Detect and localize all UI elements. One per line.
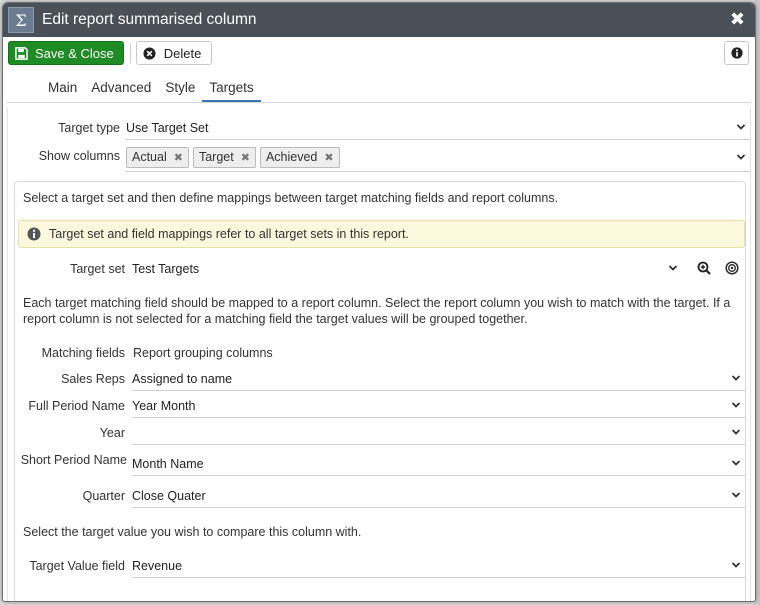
year-select[interactable] [132, 421, 745, 445]
short-period-name-label: Short Period Name [20, 453, 127, 467]
chevron-down-icon [731, 492, 741, 498]
notice-banner: Target set and field mappings refer to a… [18, 220, 745, 248]
sales-reps-value: Assigned to name [132, 371, 233, 386]
notice-text: Target set and field mappings refer to a… [49, 227, 409, 241]
short-period-name-value: Month Name [132, 456, 204, 471]
tab-advanced[interactable]: Advanced [84, 80, 158, 102]
target-icon[interactable] [725, 261, 739, 275]
times-circle-icon [143, 46, 156, 60]
sales-reps-select[interactable]: Assigned to name [132, 367, 745, 391]
target-type-select[interactable]: Use Target Set [126, 116, 750, 140]
compare-help-text: Select the target value you wish to comp… [23, 525, 362, 539]
remove-tag-icon[interactable]: ✖ [174, 151, 183, 164]
tab-main[interactable]: Main [41, 80, 84, 102]
tag-target-label: Target [198, 150, 234, 164]
target-value-field-value: Revenue [132, 558, 183, 573]
tag-actual: Actual ✖ [126, 146, 189, 168]
targets-tab-content: Target type Use Target Set Show columns … [7, 107, 751, 601]
tab-targets[interactable]: Targets [202, 80, 261, 102]
info-icon [730, 47, 743, 59]
show-columns-multiselect[interactable]: Actual ✖ Target ✖ Achieved ✖ [126, 143, 750, 172]
tag-achieved: Achieved ✖ [259, 146, 340, 168]
remove-tag-icon[interactable]: ✖ [241, 151, 250, 164]
close-icon[interactable]: ✖ [730, 9, 745, 30]
chevron-down-icon [731, 375, 741, 381]
floppy-disk-icon [15, 46, 28, 60]
chevron-down-icon [736, 154, 746, 160]
zoom-in-icon[interactable] [697, 261, 711, 275]
target-value-field-label: Target Value field [29, 559, 125, 573]
toolbar-divider [129, 43, 131, 63]
target-set-panel: Select a target set and then define mapp… [14, 181, 746, 601]
delete-button[interactable]: Delete [135, 41, 213, 65]
quarter-value: Close Quater [132, 488, 206, 503]
quarter-label: Quarter [82, 489, 125, 503]
dialog-titlebar[interactable]: Σ Edit report summarised column ✖ [3, 3, 755, 37]
short-period-name-select[interactable]: Month Name [132, 452, 745, 476]
full-period-name-label: Full Period Name [28, 399, 125, 413]
delete-label: Delete [163, 45, 202, 61]
show-columns-label: Show columns [38, 149, 120, 163]
chevron-down-icon [731, 402, 741, 408]
sales-reps-label: Sales Reps [61, 372, 125, 386]
mapping-help-text: Each target matching field should be map… [23, 296, 731, 326]
target-set-label: Target set [70, 262, 125, 276]
quarter-select[interactable]: Close Quater [132, 484, 745, 508]
tab-bar: Main Advanced Style Targets [7, 69, 751, 103]
target-set-select[interactable]: Test Targets [132, 257, 682, 281]
edit-column-dialog: Σ Edit report summarised column ✖ Save &… [2, 2, 756, 602]
sigma-icon: Σ [8, 7, 34, 33]
toolbar: Save & Close Delete [3, 37, 755, 69]
target-value-field-select[interactable]: Revenue [132, 554, 745, 578]
save-close-button[interactable]: Save & Close [8, 41, 124, 65]
remove-tag-icon[interactable]: ✖ [324, 151, 333, 164]
target-type-label: Target type [58, 121, 120, 135]
info-button[interactable] [724, 41, 749, 65]
tab-style[interactable]: Style [158, 80, 202, 102]
dialog-title: Edit report summarised column [42, 11, 257, 28]
chevron-down-icon [731, 460, 741, 466]
save-close-label: Save & Close [35, 45, 114, 61]
chevron-down-icon [736, 124, 746, 130]
chevron-down-icon [731, 429, 741, 435]
tag-target: Target ✖ [192, 146, 256, 168]
chevron-down-icon [731, 562, 741, 568]
full-period-name-value: Year Month [132, 398, 196, 413]
info-circle-icon [27, 227, 41, 241]
matching-fields-value: Report grouping columns [133, 346, 273, 360]
year-label: Year [99, 426, 125, 440]
full-period-name-select[interactable]: Year Month [132, 394, 745, 418]
target-set-value: Test Targets [132, 262, 200, 276]
chevron-down-icon [668, 265, 678, 271]
tag-actual-label: Actual [132, 150, 167, 164]
tag-achieved-label: Achieved [265, 150, 318, 164]
intro-text: Select a target set and then define mapp… [23, 191, 559, 205]
matching-fields-label: Matching fields [41, 346, 125, 360]
target-type-value: Use Target Set [126, 120, 209, 135]
